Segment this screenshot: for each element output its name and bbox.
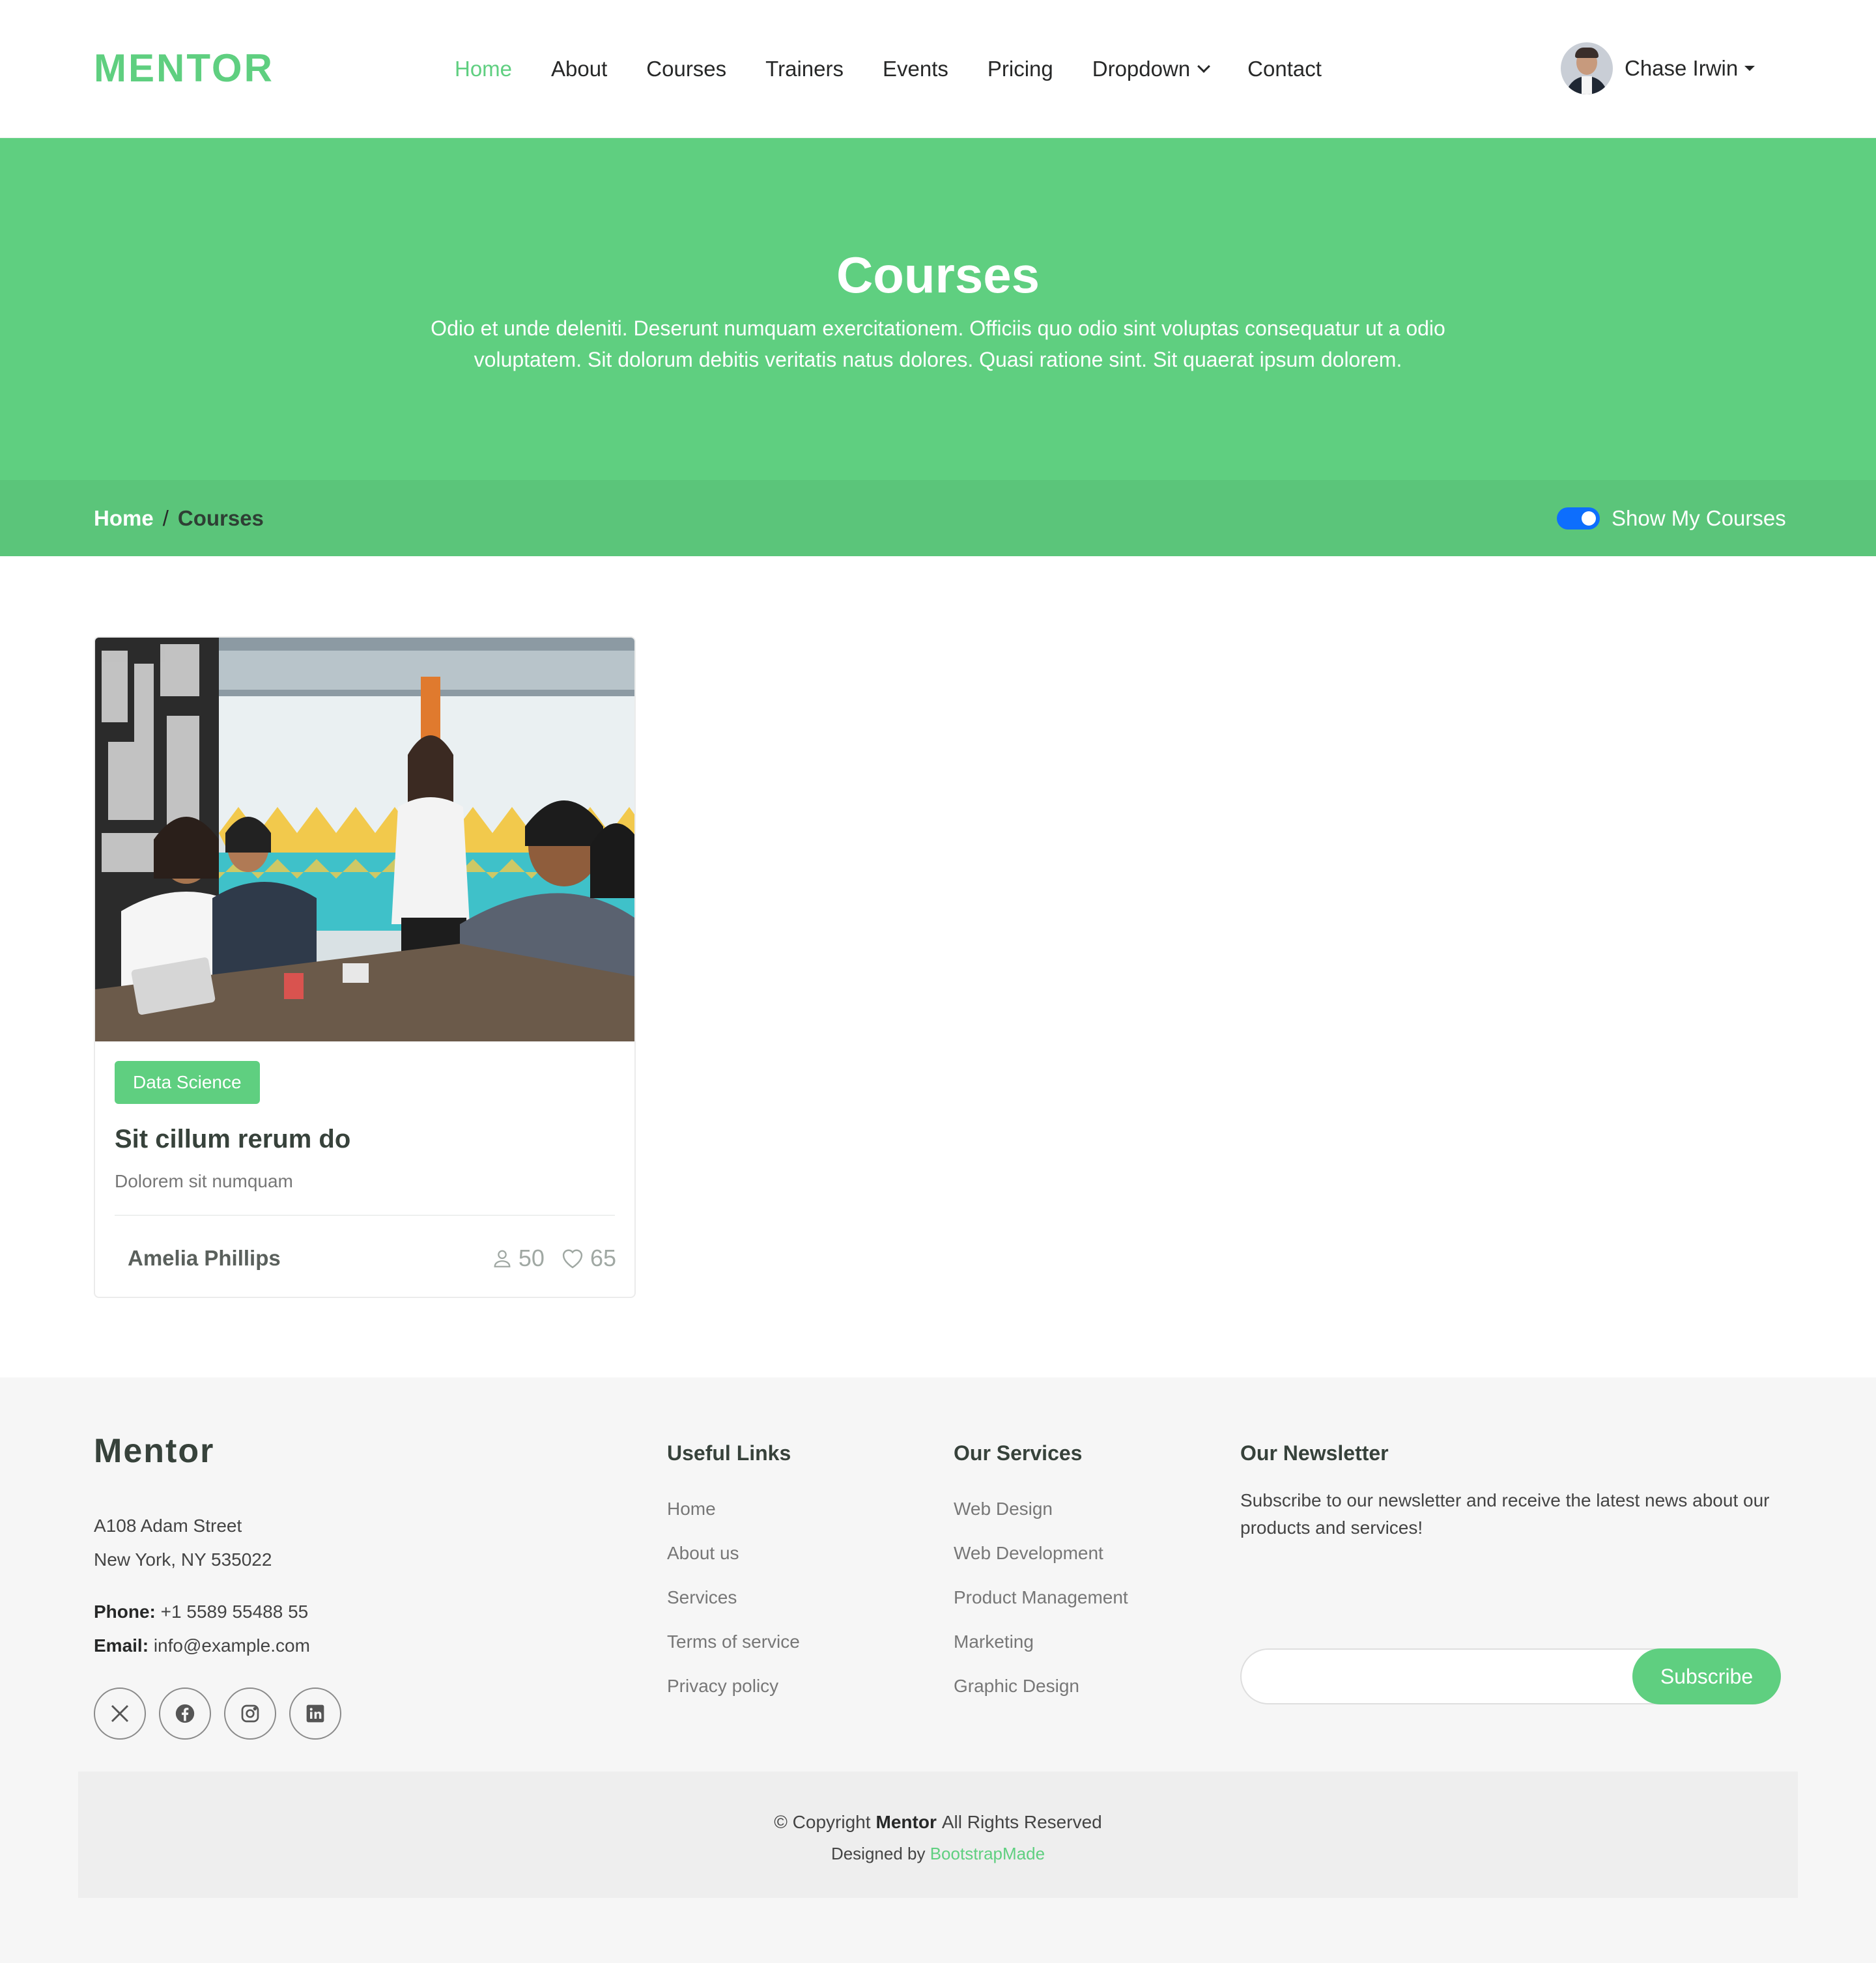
- user-menu[interactable]: Chase Irwin: [1561, 42, 1755, 95]
- page-title-banner: Courses Odio et unde deleniti. Deserunt …: [0, 138, 1876, 480]
- caret-down-icon: [1744, 66, 1755, 71]
- toggle-label: Show My Courses: [1612, 506, 1786, 530]
- chevron-down-icon: [1197, 60, 1211, 73]
- course-card[interactable]: Data Science Sit cillum rerum do Dolorem…: [94, 636, 636, 1298]
- footer-link-about[interactable]: About us: [667, 1531, 800, 1575]
- service-link-marketing[interactable]: Marketing: [954, 1620, 1128, 1664]
- student-count: 50: [518, 1245, 545, 1271]
- useful-links: Useful Links Home About us Services Term…: [667, 1439, 800, 1708]
- nav-pricing[interactable]: Pricing: [988, 57, 1053, 81]
- page-title: Courses: [836, 246, 1040, 304]
- avatar: [1561, 42, 1613, 94]
- address-line-1: A108 Adam Street: [94, 1516, 242, 1536]
- show-my-courses-toggle[interactable]: Show My Courses: [1557, 502, 1786, 535]
- breadcrumb-bar: Home / Courses Show My Courses: [0, 480, 1876, 556]
- service-link-product-management[interactable]: Product Management: [954, 1575, 1128, 1620]
- user-icon: [494, 1250, 511, 1267]
- copyright-suffix: All Rights Reserved: [941, 1812, 1102, 1832]
- main-nav: Home About Courses Trainers Events Prici…: [455, 51, 1361, 87]
- useful-links-title: Useful Links: [667, 1441, 791, 1465]
- nav-contact[interactable]: Contact: [1247, 57, 1322, 81]
- toggle-switch[interactable]: [1557, 507, 1600, 530]
- credits: Designed by BootstrapMade: [78, 1841, 1798, 1867]
- breadcrumb-home[interactable]: Home: [94, 506, 154, 530]
- service-link-web-development[interactable]: Web Development: [954, 1531, 1128, 1575]
- newsletter-form: Subscribe: [1240, 1648, 1781, 1704]
- our-services: Our Services Web Design Web Development …: [954, 1439, 1128, 1708]
- breadcrumb: Home / Courses: [94, 502, 264, 535]
- breadcrumb-separator: /: [162, 506, 169, 530]
- email-label: Email:: [94, 1635, 149, 1656]
- newsletter-title: Our Newsletter: [1240, 1441, 1389, 1465]
- newsletter-email-input[interactable]: [1242, 1650, 1632, 1703]
- nav-courses[interactable]: Courses: [646, 57, 726, 81]
- copyright-text: © Copyright Mentor All Rights Reserved: [78, 1808, 1798, 1837]
- nav-home[interactable]: Home: [455, 57, 512, 81]
- newsletter-text: Subscribe to our newsletter and receive …: [1240, 1490, 1770, 1538]
- like-count: 65: [590, 1245, 616, 1271]
- site-header: MENTOR Home About Courses Trainers Event…: [0, 0, 1876, 138]
- site-logo[interactable]: MENTOR: [94, 43, 274, 94]
- footer-brand[interactable]: Mentor: [94, 1430, 214, 1473]
- nav-dropdown-label: Dropdown: [1092, 57, 1191, 81]
- footer-link-home[interactable]: Home: [667, 1487, 800, 1531]
- designed-by-label: Designed by: [831, 1844, 926, 1863]
- footer-contact: Phone: +1 5589 55488 55 Email: info@exam…: [94, 1595, 310, 1663]
- copyright-brand: Mentor: [875, 1812, 937, 1832]
- copyright-bar: © Copyright Mentor All Rights Reserved Des…: [78, 1772, 1798, 1898]
- designer-link[interactable]: BootstrapMade: [930, 1844, 1045, 1863]
- newsletter-section: Our Newsletter Subscribe to our newslett…: [1240, 1439, 1787, 1704]
- nav-trainers[interactable]: Trainers: [765, 57, 844, 81]
- course-category-badge[interactable]: Data Science: [115, 1061, 260, 1104]
- address-line-2: New York, NY 535022: [94, 1549, 272, 1570]
- social-links: [94, 1688, 341, 1740]
- trainer-name: Amelia Phillips: [128, 1246, 281, 1270]
- card-divider: [115, 1215, 615, 1216]
- x-icon[interactable]: [94, 1688, 146, 1740]
- service-link-web-design[interactable]: Web Design: [954, 1487, 1128, 1531]
- breadcrumb-current: Courses: [177, 506, 264, 530]
- facebook-icon[interactable]: [159, 1688, 211, 1740]
- nav-dropdown[interactable]: Dropdown: [1092, 57, 1211, 81]
- page-description: Odio et unde deleniti. Deserunt numquam …: [431, 317, 1445, 371]
- nav-events[interactable]: Events: [883, 57, 948, 81]
- footer-link-privacy[interactable]: Privacy policy: [667, 1664, 800, 1708]
- linkedin-icon[interactable]: [289, 1688, 341, 1740]
- course-image: [95, 638, 634, 1041]
- course-title[interactable]: Sit cillum rerum do: [115, 1108, 350, 1170]
- phone-label: Phone:: [94, 1602, 156, 1622]
- phone-value: +1 5589 55488 55: [160, 1602, 309, 1622]
- footer-address: A108 Adam Street New York, NY 535022: [94, 1509, 272, 1577]
- copyright-prefix: © Copyright: [774, 1812, 871, 1832]
- footer-link-terms[interactable]: Terms of service: [667, 1620, 800, 1664]
- services-title: Our Services: [954, 1441, 1083, 1465]
- heart-icon[interactable]: [560, 1247, 585, 1269]
- service-link-graphic-design[interactable]: Graphic Design: [954, 1664, 1128, 1708]
- course-stats: 50 65: [491, 1227, 616, 1290]
- instagram-icon[interactable]: [224, 1688, 276, 1740]
- nav-about[interactable]: About: [551, 57, 607, 81]
- email-value: info@example.com: [153, 1635, 310, 1656]
- footer-link-services[interactable]: Services: [667, 1575, 800, 1620]
- course-subtitle: Dolorem sit numquam: [115, 1171, 293, 1191]
- subscribe-button[interactable]: Subscribe: [1632, 1648, 1781, 1704]
- user-name: Chase Irwin: [1625, 56, 1739, 80]
